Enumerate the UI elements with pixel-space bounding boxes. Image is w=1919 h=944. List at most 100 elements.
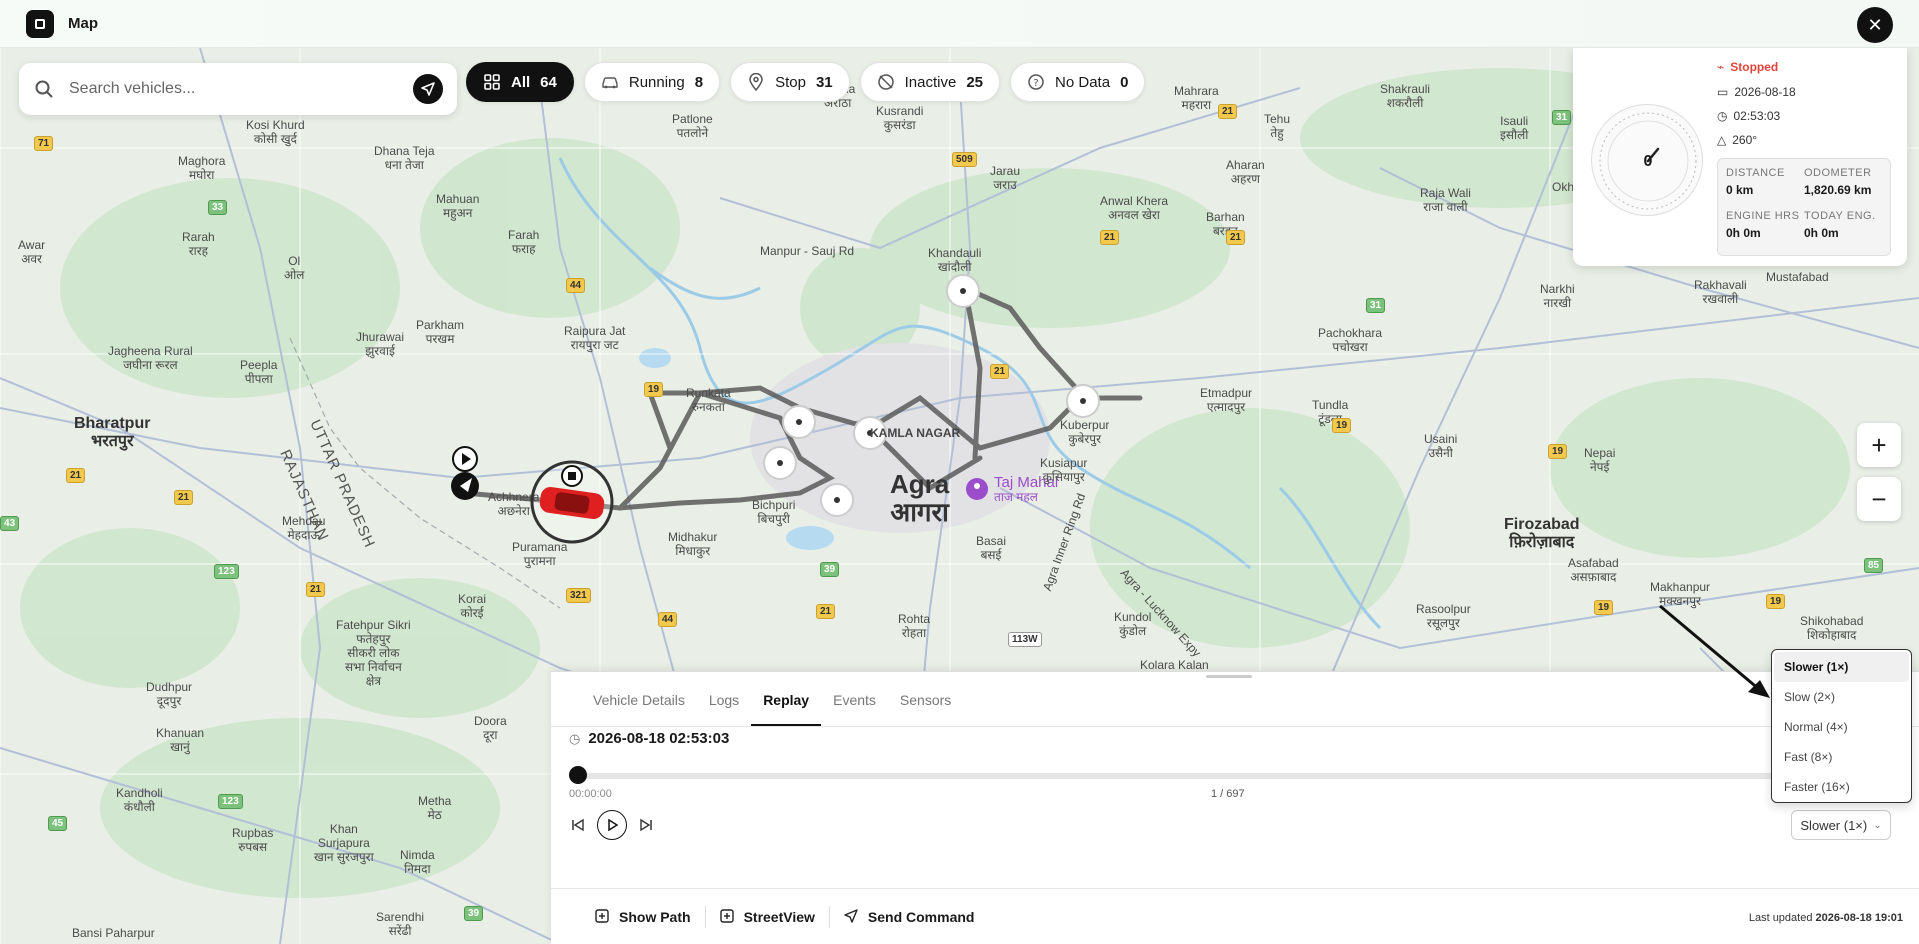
filter-inactive[interactable]: Inactive 25 — [859, 62, 1001, 102]
filter-label: Stop — [775, 73, 806, 91]
map-place-label: Khanuan खानुं — [156, 726, 205, 754]
search-input[interactable] — [69, 80, 413, 98]
map-place-label: Etmadpur एत्मादपुर — [1200, 386, 1253, 414]
heading-icon: △ — [1717, 133, 1727, 147]
road-shield: 43 — [0, 516, 20, 531]
map-place-label: Awar अवर — [18, 238, 46, 266]
road-shield: 19 — [1594, 600, 1614, 615]
map-place-label: Metha मेठ — [418, 794, 452, 822]
replay-start-time: 00:00:00 — [569, 788, 612, 800]
filter-all[interactable]: All 64 — [466, 62, 574, 102]
map-city-label: Agra आगरा — [890, 470, 949, 526]
map-place-label: Mehdau मेहदाऊ — [282, 514, 326, 542]
skip-forward-button[interactable] — [637, 816, 655, 834]
clock-icon: ◷ — [1717, 109, 1728, 123]
road-shield: 39 — [820, 562, 840, 577]
status-time: ◷ 02:53:03 — [1717, 109, 1780, 123]
replay-datetime: ◷ 2026-08-18 02:53:03 — [569, 730, 729, 747]
road-shield: 21 — [990, 364, 1010, 379]
skip-back-button[interactable] — [569, 816, 587, 834]
map-place-label: Pachokhara पचोखरा — [1318, 326, 1383, 354]
city-name: Agra — [890, 469, 950, 499]
map-place-label: Patlone पतलोने — [672, 112, 713, 140]
tab-vehicle-details[interactable]: Vehicle Details — [581, 690, 697, 726]
streetview-button[interactable]: StreetView — [706, 897, 829, 937]
road-shield: 509 — [952, 152, 977, 167]
map-place-label: Rarah रारह — [182, 230, 215, 258]
map-place-label: Rohta रोहता — [898, 612, 931, 640]
zoom-in-button[interactable]: + — [1857, 423, 1901, 467]
stat-label: ENGINE HRS — [1726, 210, 1800, 222]
map-place-label: Kundol कुंडोल — [1114, 610, 1152, 638]
map-place-label: Kusiapur कुसियापुर — [1040, 456, 1088, 484]
show-path-button[interactable]: Show Path — [581, 897, 705, 937]
grid-icon — [483, 73, 501, 91]
road-shield: 123 — [218, 794, 243, 809]
map-place-label: Bharatpur भरतपुर — [74, 415, 151, 450]
filter-no-data[interactable]: ? No Data 0 — [1010, 62, 1146, 102]
filter-label: Inactive — [904, 73, 957, 91]
app-header: Map ✕ — [0, 0, 1919, 48]
stat-value: 0h 0m — [1804, 226, 1839, 240]
road-shield: 31 — [1552, 110, 1572, 125]
map-place-label: Doora दूरा — [474, 714, 507, 742]
navigation-arrow-icon — [421, 82, 435, 96]
replay-slider-track[interactable] — [575, 773, 1875, 779]
stat-today-engine: TODAY ENG. 0h 0m — [1804, 210, 1882, 247]
map-place-label: Mahrara महरारा — [1174, 84, 1219, 112]
stat-distance: DISTANCE 0 km — [1726, 167, 1804, 204]
tab-events[interactable]: Events — [821, 690, 888, 726]
map-place-label: Rakhavali रखवाली — [1694, 278, 1747, 306]
vehicle-detail-panel: Vehicle Details Logs Replay Events Senso… — [551, 671, 1919, 944]
speed-option[interactable]: Faster (16×) — [1774, 772, 1909, 802]
filter-running[interactable]: Running 8 — [583, 62, 721, 102]
locate-button[interactable] — [413, 74, 443, 104]
last-updated: Last updated 2026-08-18 19:01 — [1749, 912, 1903, 924]
map-place-label: Jagheena Rural जघीना रूरल — [108, 344, 193, 372]
speed-option[interactable]: Slow (2×) — [1774, 682, 1909, 712]
zoom-out-button[interactable]: − — [1857, 477, 1901, 521]
playback-speed-select[interactable]: Slower (1×) ⌄ — [1791, 810, 1891, 840]
close-button[interactable]: ✕ — [1857, 7, 1893, 43]
map-place-label: Kandholi कंधौली — [116, 786, 163, 814]
road-shield: 123 — [214, 564, 239, 579]
tab-replay[interactable]: Replay — [751, 690, 822, 726]
plus-square-icon — [595, 908, 609, 926]
map-place-label: Dhana Teja धना तेजा — [374, 144, 435, 172]
speed-option[interactable]: Slower (1×) — [1774, 652, 1909, 682]
app-logo — [26, 9, 54, 38]
road-shield: 19 — [644, 382, 664, 397]
speed-option[interactable]: Fast (8×) — [1774, 742, 1909, 772]
replay-slider-thumb[interactable] — [569, 766, 587, 784]
map-place-label: Shikohabad शिकोहाबाद — [1800, 614, 1864, 642]
chevron-down-icon: ⌄ — [1873, 819, 1882, 831]
status-heading: △ 260° — [1717, 133, 1757, 147]
filter-stop[interactable]: Stop 31 — [730, 62, 850, 102]
map-place-label: Isauli इसौली — [1500, 114, 1529, 142]
tab-logs[interactable]: Logs — [697, 690, 751, 726]
tab-sensors[interactable]: Sensors — [888, 690, 963, 726]
map-pin-icon — [747, 73, 765, 91]
map-place-label: Peepla पीपला — [240, 358, 278, 386]
play-button[interactable] — [597, 810, 627, 840]
road-shield: 21 — [1226, 230, 1246, 245]
map-place-label: Khan Surjapura खान सुरजपुरा — [314, 822, 374, 864]
map-place-label: Kolara Kalan — [1140, 658, 1209, 672]
tabs-divider — [551, 726, 1919, 727]
streetview-label: StreetView — [743, 909, 815, 925]
map-place-label: Asafabad असफ़ाबाद — [1568, 556, 1619, 584]
map-place-label: Shakrauli शकरौली — [1380, 82, 1431, 110]
speed-option[interactable]: Normal (4×) — [1774, 712, 1909, 742]
send-command-button[interactable]: Send Command — [830, 897, 989, 937]
road-shield: 21 — [174, 490, 194, 505]
map-place-label: Mustafabad — [1766, 270, 1829, 284]
map-place-label: Rasoolpur रसूलपुर — [1416, 602, 1471, 630]
stat-engine-hours: ENGINE HRS 0h 0m — [1726, 210, 1804, 247]
replay-datetime-value: 2026-08-18 02:53:03 — [588, 730, 730, 747]
panel-drag-handle[interactable] — [1206, 675, 1252, 678]
vehicle-status-card: 0 ⌁ Stopped ▭ 2026-08-18 ◷ 02:53:03 △ 26… — [1573, 48, 1907, 266]
map-place-label: Tehu तेहु — [1264, 112, 1291, 140]
page-title: Map — [68, 15, 98, 32]
replay-point-counter: 1 / 697 — [1211, 788, 1245, 800]
filter-label: No Data — [1055, 73, 1111, 91]
